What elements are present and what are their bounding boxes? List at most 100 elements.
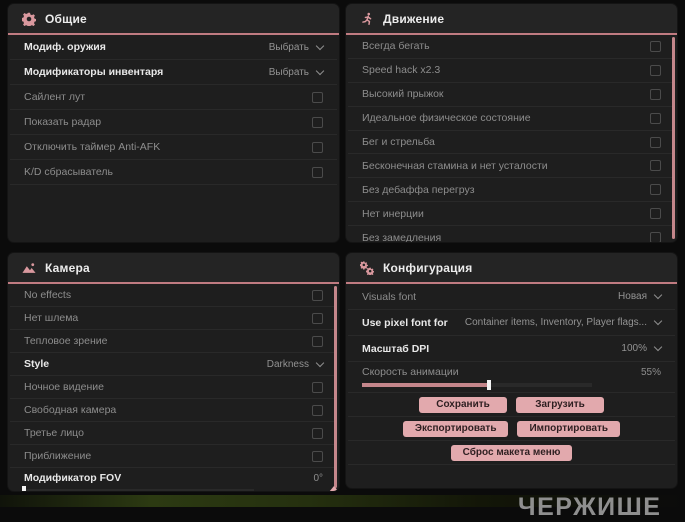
dropdown[interactable]: Container items, Inventory, Player flags… <box>464 316 663 328</box>
image-icon <box>22 261 36 275</box>
checkbox-row[interactable]: Высокий прыжок <box>348 83 675 107</box>
row-label: Visuals font <box>362 290 417 303</box>
checkbox-row[interactable]: Тепловое зрение <box>10 330 337 353</box>
dropdown[interactable]: 100% <box>621 342 663 354</box>
dropdown-value: Container items, Inventory, Player flags… <box>464 317 647 328</box>
slider-handle[interactable] <box>486 380 491 390</box>
checkbox[interactable] <box>650 112 661 124</box>
row-label: Модификатор FOV <box>24 472 122 484</box>
dropdown-row: Visuals font Новая <box>348 284 675 310</box>
checkbox-row[interactable]: Бесконечная стамина и нет усталости <box>348 154 675 179</box>
button-row: Сброс макета меню <box>348 441 675 465</box>
row-label: Бег и стрельба <box>362 136 435 148</box>
panel-movement: Движение Всегда бегать Speed hack x2.3 Высо… <box>346 4 677 242</box>
checkbox[interactable] <box>650 88 661 100</box>
checkbox-row[interactable]: Приближение <box>10 445 337 468</box>
row-label: No effects <box>24 289 72 301</box>
checkbox[interactable] <box>650 208 661 220</box>
checkbox-row[interactable]: Третье лицо <box>10 422 337 445</box>
action-button[interactable]: Экспортировать <box>402 420 509 437</box>
gear-icon <box>22 12 36 26</box>
button-row: Сохранить Загрузить <box>348 393 675 417</box>
panel-header[interactable]: Конфигурация <box>346 253 677 284</box>
panel-header[interactable]: Общие <box>8 4 339 35</box>
watermark-text: ЧЕРЖИШЕ <box>518 493 662 521</box>
checkbox-row[interactable]: Без замедления <box>348 226 675 242</box>
checkbox[interactable] <box>312 116 323 128</box>
row-label: Скорость анимации <box>362 366 459 378</box>
gears-icon <box>360 260 374 275</box>
slider-header: Модификатор FOV 0° <box>24 470 323 486</box>
checkbox[interactable] <box>650 232 661 242</box>
row-label: Свободная камера <box>24 404 117 416</box>
scrollbar[interactable] <box>334 286 337 488</box>
slider-row: Модификатор FOV 0° <box>10 468 337 491</box>
dropdown-row: Масштаб DPI 100% <box>348 336 675 362</box>
checkbox-row[interactable]: Всегда бегать <box>348 35 675 59</box>
dropdown[interactable]: Выбрать <box>269 66 325 78</box>
row-label: Style <box>24 358 50 370</box>
checkbox-row[interactable]: Ночное видение <box>10 376 337 399</box>
checkbox[interactable] <box>312 404 323 416</box>
checkbox-row[interactable]: Отключить таймер Anti-AFK <box>10 135 337 160</box>
checkbox-row[interactable]: Сайлент лут <box>10 85 337 110</box>
row-label: Модификаторы инвентаря <box>24 66 164 78</box>
scrollbar[interactable] <box>672 37 675 239</box>
panel-configuration: Конфигурация Visuals font Новая Use pixel f… <box>346 253 677 488</box>
panel-header[interactable]: Камера <box>8 253 339 284</box>
panel-title: Камера <box>45 260 90 275</box>
checkbox-row[interactable]: Нет инерции <box>348 202 675 227</box>
panel-body: No effects Нет шлема Тепловое зрение Style D… <box>8 284 339 491</box>
checkbox-row[interactable]: Идеальное физическое состояние <box>348 107 675 131</box>
dropdown-row: Use pixel font for Container items, Inven… <box>348 310 675 336</box>
row-label: Третье лицо <box>24 427 84 439</box>
checkbox[interactable] <box>312 141 323 153</box>
action-button[interactable]: Импортировать <box>517 420 621 437</box>
panel-header[interactable]: Движение <box>346 4 677 35</box>
dropdown[interactable]: Новая <box>618 290 663 302</box>
action-button[interactable]: Сохранить <box>419 396 507 413</box>
action-button[interactable]: Загрузить <box>516 396 604 413</box>
scroll-arrow-icon[interactable] <box>329 486 339 491</box>
slider-value: 55% <box>640 366 661 378</box>
checkbox[interactable] <box>312 166 323 178</box>
slider-handle[interactable] <box>22 486 26 491</box>
checkbox[interactable] <box>650 160 661 172</box>
slider-row: Скорость анимации 55% <box>348 362 675 393</box>
checkbox-row[interactable]: Speed hack x2.3 <box>348 59 675 83</box>
panel-body: Всегда бегать Speed hack x2.3 Высокий прыж… <box>346 35 677 242</box>
dropdown-value: Выбрать <box>268 41 309 53</box>
row-label: Приближение <box>24 450 92 462</box>
checkbox[interactable] <box>650 184 661 196</box>
dropdown[interactable]: Darkness <box>267 358 325 370</box>
dropdown[interactable]: Выбрать <box>268 41 325 53</box>
checkbox[interactable] <box>312 335 323 347</box>
checkbox[interactable] <box>312 289 323 301</box>
checkbox-row[interactable]: Бег и стрельба <box>348 131 675 155</box>
checkbox-row[interactable]: K/D сбрасыватель <box>10 160 337 185</box>
panel-body: Модиф. оружия Выбрать Модификаторы инвента… <box>8 35 339 185</box>
checkbox-row[interactable]: No effects <box>10 284 337 307</box>
checkbox-row[interactable]: Показать радар <box>10 110 337 135</box>
row-label: Отключить таймер Anti-AFK <box>24 141 161 153</box>
checkbox[interactable] <box>312 312 323 324</box>
checkbox-row[interactable]: Без дебаффа перегруз <box>348 178 675 203</box>
checkbox[interactable] <box>312 91 323 103</box>
checkbox[interactable] <box>312 450 323 462</box>
slider[interactable] <box>22 486 254 491</box>
chevron-down-icon <box>653 342 663 352</box>
panel-title: Общие <box>45 11 87 26</box>
row-label: Speed hack x2.3 <box>362 64 441 77</box>
checkbox[interactable] <box>312 427 323 439</box>
dropdown-value: Новая <box>618 291 647 302</box>
checkbox[interactable] <box>650 64 661 76</box>
slider[interactable] <box>362 380 592 390</box>
dropdown-row: Модиф. оружия Выбрать <box>10 35 337 60</box>
checkbox[interactable] <box>650 40 661 52</box>
row-label: Модиф. оружия <box>24 41 106 53</box>
checkbox[interactable] <box>650 136 661 148</box>
action-button[interactable]: Сброс макета меню <box>450 444 573 461</box>
checkbox[interactable] <box>312 381 323 393</box>
checkbox-row[interactable]: Свободная камера <box>10 399 337 422</box>
checkbox-row[interactable]: Нет шлема <box>10 307 337 330</box>
